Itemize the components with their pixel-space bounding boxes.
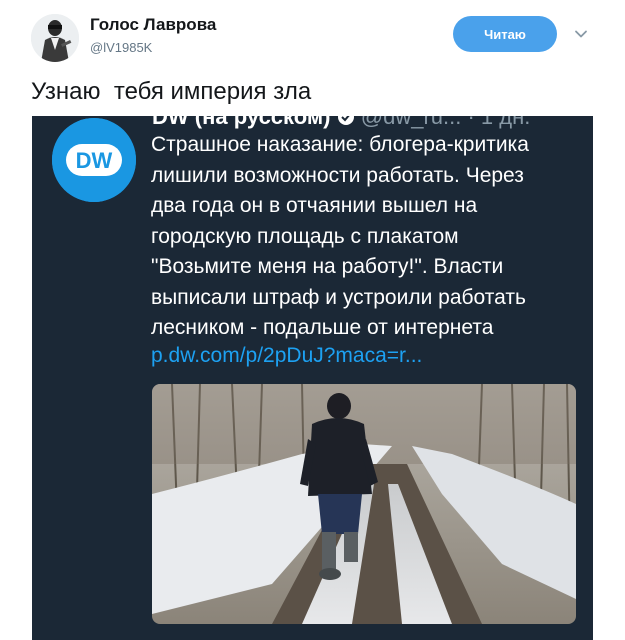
embedded-author-name: DW (на русском) — [152, 116, 331, 129]
tweet-text: Узнаю тебя империя зла — [31, 78, 312, 105]
dw-logo: DW — [52, 118, 136, 202]
dw-logo-text: DW — [76, 148, 113, 173]
user-name[interactable]: Голос Лаврова — [90, 15, 216, 35]
chevron-down-icon[interactable] — [574, 27, 588, 41]
verified-icon — [337, 116, 354, 125]
embedded-line: "Возьмите меня на работу!". Власти — [151, 255, 504, 278]
embedded-line: городскую площадь с плакатом — [151, 224, 459, 248]
embedded-tweet-body: Страшное наказание: блогера-критика лиши… — [151, 130, 581, 344]
embedded-tweet-header: DW (на русском) @dw_ru... · 1 дн. — [152, 116, 530, 130]
embedded-line: два года он в отчаянии вышел на — [151, 194, 478, 217]
embedded-line: Страшное наказание: блогера-критика — [151, 133, 529, 156]
forest-road-photo[interactable] — [152, 384, 576, 624]
avatar-image — [31, 14, 79, 62]
embedded-line: лишили возможности работать. Через — [151, 163, 524, 187]
follow-button[interactable]: Читаю — [453, 16, 557, 52]
embedded-author-meta: @dw_ru... · 1 дн. — [360, 116, 531, 129]
embedded-tweet-image[interactable]: DW (на русском) @dw_ru... · 1 дн. DW Стр… — [32, 116, 593, 640]
tweet-header: Голос Лаврова @lV1985K Читаю — [0, 0, 625, 70]
avatar[interactable] — [31, 14, 79, 62]
dw-logo-icon: DW — [52, 118, 136, 202]
embedded-link[interactable]: p.dw.com/p/2pDuJ?maca=r... — [151, 344, 422, 368]
user-handle[interactable]: @lV1985K — [90, 40, 152, 55]
embedded-line: выписали штраф и устроили работать — [151, 285, 526, 309]
embedded-line: лесником - подальше от интернета — [151, 316, 494, 339]
forest-photo-image — [152, 384, 576, 624]
